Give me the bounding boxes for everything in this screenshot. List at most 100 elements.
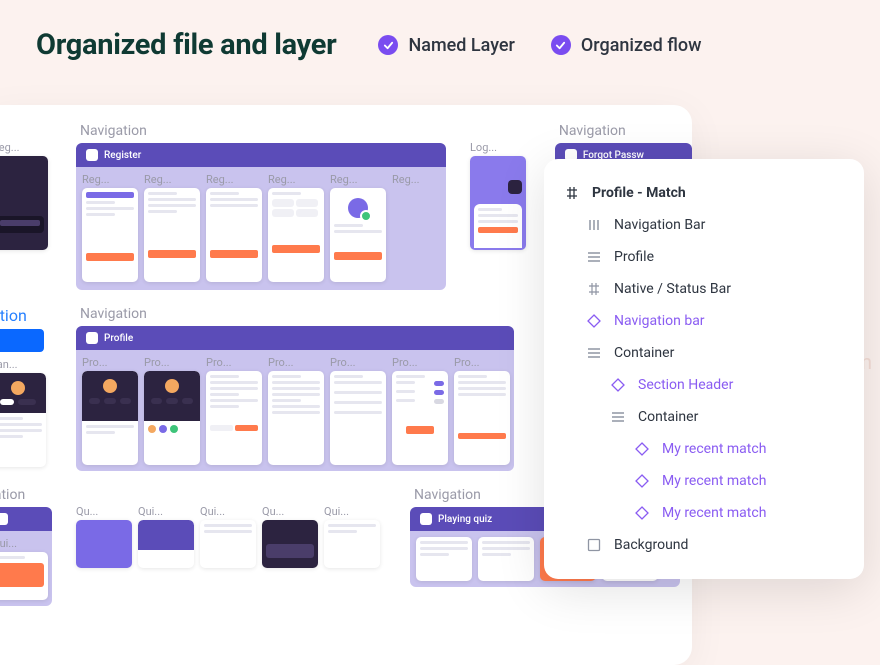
bars-vertical-icon bbox=[586, 217, 602, 233]
layer-label: Profile - Match bbox=[592, 185, 686, 201]
screen-thumb[interactable] bbox=[416, 537, 472, 581]
badge-named-layer: Named Layer bbox=[378, 35, 514, 56]
badge-label: Named Layer bbox=[408, 35, 514, 56]
section-label: Navigation bbox=[66, 306, 524, 322]
frame-title: Profile bbox=[104, 333, 133, 344]
thumb-label: Pro... bbox=[392, 356, 448, 369]
thumb-label: Reg... bbox=[82, 173, 138, 186]
lines-icon bbox=[610, 409, 626, 425]
screen-thumb[interactable] bbox=[82, 371, 138, 465]
screen-thumb[interactable] bbox=[76, 520, 132, 568]
badge-label: Organized flow bbox=[581, 35, 702, 56]
screen-thumb[interactable] bbox=[454, 371, 510, 465]
diamond-icon bbox=[634, 505, 650, 521]
diamond-icon bbox=[634, 473, 650, 489]
thumb-label: Qui... bbox=[0, 537, 48, 550]
layer-frame-title[interactable]: Profile - Match bbox=[544, 177, 864, 209]
thumb-label: Qui... bbox=[138, 505, 194, 518]
thumb-label: Reg... bbox=[330, 173, 386, 186]
hash-icon bbox=[586, 281, 602, 297]
diamond-icon bbox=[610, 377, 626, 393]
screen-thumb[interactable] bbox=[324, 520, 380, 568]
screen-thumb[interactable] bbox=[478, 537, 534, 581]
layer-label: Navigation bar bbox=[614, 313, 705, 329]
diamond-icon bbox=[634, 441, 650, 457]
screen-thumb[interactable] bbox=[0, 373, 46, 467]
layer-item-navigation-bar-component[interactable]: Navigation bar bbox=[544, 305, 864, 337]
layer-item-status-bar[interactable]: Native / Status Bar bbox=[544, 273, 864, 305]
screen-thumb[interactable] bbox=[330, 188, 386, 282]
layer-label: My recent match bbox=[662, 441, 766, 457]
page-title: Organized file and layer bbox=[36, 28, 336, 62]
thumb-label: Reg... bbox=[268, 173, 324, 186]
thumb-label: Pro... bbox=[144, 356, 200, 369]
screen-thumb[interactable] bbox=[268, 188, 324, 282]
layer-item-section-header[interactable]: Section Header bbox=[544, 369, 864, 401]
layer-label: Container bbox=[638, 409, 698, 425]
screen-thumb[interactable] bbox=[392, 371, 448, 465]
layer-item-container[interactable]: Container bbox=[544, 337, 864, 369]
layers-panel[interactable]: Profile - Match Navigation Bar Profile N… bbox=[544, 159, 864, 579]
thumb-label: Qui... bbox=[200, 505, 256, 518]
layer-item-recent-match[interactable]: My recent match bbox=[544, 433, 864, 465]
screen-thumb[interactable] bbox=[0, 552, 48, 600]
frame-title: Register bbox=[104, 150, 141, 161]
screen-thumb[interactable] bbox=[330, 371, 386, 465]
layer-label: Section Header bbox=[638, 377, 733, 393]
layer-item-profile[interactable]: Profile bbox=[544, 241, 864, 273]
screen-thumb[interactable] bbox=[206, 371, 262, 465]
check-icon bbox=[378, 35, 398, 55]
hash-icon bbox=[564, 185, 580, 201]
screen-thumb[interactable] bbox=[138, 520, 194, 568]
thumb-label: Pro... bbox=[82, 356, 138, 369]
layer-item-container-nested[interactable]: Container bbox=[544, 401, 864, 433]
layer-label: Profile bbox=[614, 249, 654, 265]
layer-label: Native / Status Bar bbox=[614, 281, 731, 297]
section-label: gation bbox=[0, 487, 52, 503]
frame-icon bbox=[420, 513, 432, 525]
thumb-label: Pro... bbox=[268, 356, 324, 369]
check-icon bbox=[551, 35, 571, 55]
section-label: Navigation bbox=[545, 123, 692, 139]
section-label-selected: gation bbox=[0, 306, 52, 325]
layer-label: My recent match bbox=[662, 505, 766, 521]
thumb-label: Reg... bbox=[0, 141, 48, 154]
frame-icon bbox=[86, 332, 98, 344]
screen-thumb[interactable] bbox=[82, 188, 138, 282]
thumb-label: Ran... bbox=[0, 358, 48, 371]
page-header: Organized file and layer Named Layer Org… bbox=[0, 0, 880, 82]
lines-icon bbox=[586, 249, 602, 265]
thumb-label: Pro... bbox=[454, 356, 510, 369]
screen-thumb[interactable] bbox=[206, 188, 262, 282]
frame-header[interactable]: Register bbox=[76, 143, 446, 167]
thumb-label: Reg... bbox=[392, 173, 440, 186]
screen-thumb[interactable] bbox=[0, 156, 48, 250]
selected-frame[interactable] bbox=[0, 329, 44, 352]
frame-title: Playing quiz bbox=[438, 514, 492, 525]
lines-icon bbox=[586, 345, 602, 361]
layer-label: Background bbox=[614, 537, 688, 553]
layer-label: Container bbox=[614, 345, 674, 361]
layer-item-recent-match[interactable]: My recent match bbox=[544, 497, 864, 529]
badges: Named Layer Organized flow bbox=[378, 35, 701, 56]
diamond-icon bbox=[586, 313, 602, 329]
screen-thumb[interactable] bbox=[144, 188, 200, 282]
thumb-label: Qu... bbox=[76, 505, 132, 518]
screen-thumb[interactable] bbox=[268, 371, 324, 465]
screen-thumb[interactable] bbox=[200, 520, 256, 568]
layer-item-navigation-bar[interactable]: Navigation Bar bbox=[544, 209, 864, 241]
layer-label: Navigation Bar bbox=[614, 217, 705, 233]
frame-header[interactable]: Profile bbox=[76, 326, 514, 350]
screen-thumb[interactable] bbox=[144, 371, 200, 465]
frame-icon bbox=[86, 149, 98, 161]
thumb-label: Qu... bbox=[262, 505, 318, 518]
layer-item-recent-match[interactable]: My recent match bbox=[544, 465, 864, 497]
thumb-label: Reg... bbox=[144, 173, 200, 186]
screen-thumb[interactable] bbox=[470, 156, 526, 250]
layer-item-background[interactable]: Background bbox=[544, 529, 864, 561]
screen-thumb[interactable] bbox=[262, 520, 318, 568]
thumb-label: Qui... bbox=[324, 505, 380, 518]
thumb-label: Pro... bbox=[206, 356, 262, 369]
rect-icon bbox=[586, 537, 602, 553]
thumb-label: Pro... bbox=[330, 356, 386, 369]
